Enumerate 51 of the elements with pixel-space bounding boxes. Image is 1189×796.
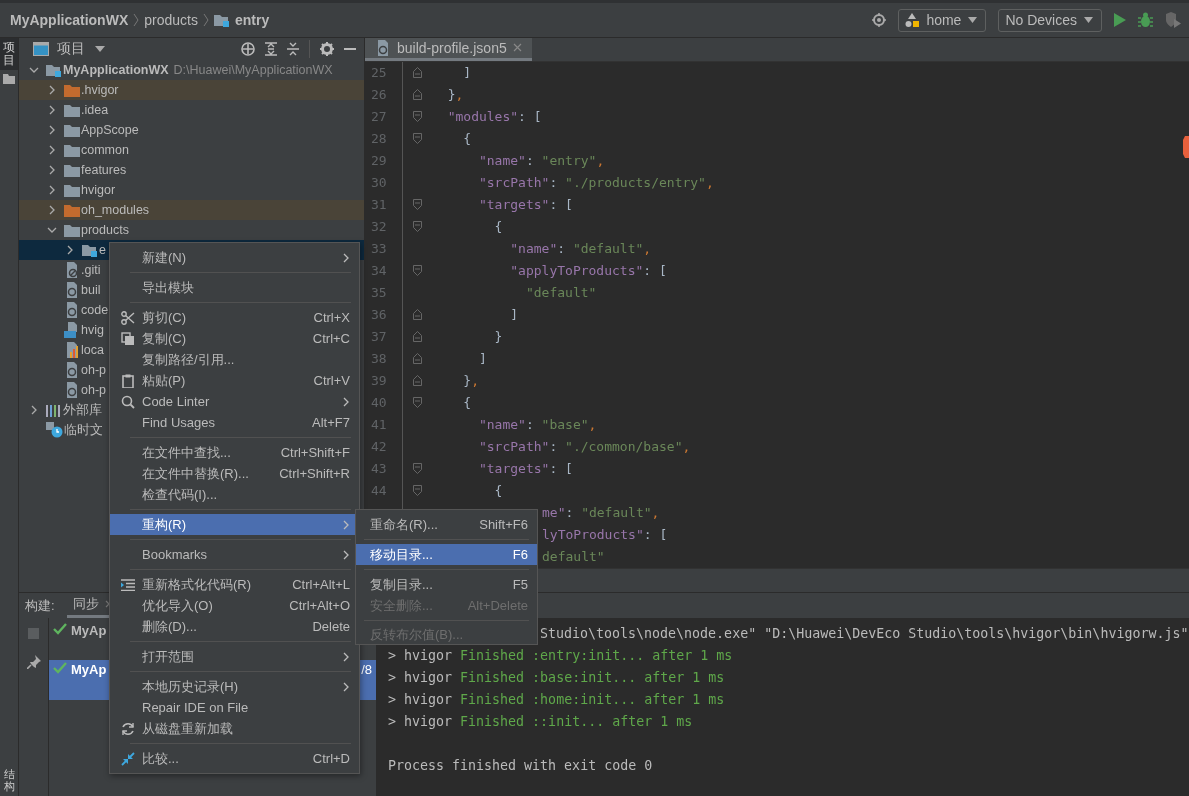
- console-line: Studio\tools\node\node.exe" "D:\Huawei\DevEco Studio\tools\hvigor\bin\hvigorw.js": [540, 625, 1189, 643]
- line-number: 32: [370, 219, 388, 234]
- code-line: "srcPath": "./common/base",: [477, 439, 691, 454]
- console-line: Process finished with exit code 0: [388, 757, 653, 775]
- code-line: "applyToProducts": [: [509, 263, 667, 278]
- line-number: 39: [370, 373, 388, 388]
- code-line: {: [493, 219, 503, 234]
- code-line: {: [462, 131, 472, 146]
- code-line: "name": "entry",: [477, 153, 605, 168]
- code-line: {: [493, 483, 503, 498]
- code-line: "default": [524, 285, 597, 300]
- code-line: "targets": [: [477, 461, 573, 476]
- tool-window-title: 构建:: [25, 596, 55, 615]
- console-line: > hvigor Finished ::init... after 1 ms: [388, 713, 693, 731]
- line-number: 40: [370, 395, 388, 410]
- code-line: "modules": [: [446, 109, 542, 124]
- code-line: default": [542, 549, 605, 564]
- line-number: 30: [370, 175, 388, 190]
- code-line: me": "default",: [542, 505, 660, 520]
- code-line: "targets": [: [477, 197, 573, 212]
- line-number: 42: [370, 439, 388, 454]
- code-line: lyToProducts": [: [542, 527, 668, 542]
- line-number: 43: [370, 461, 388, 476]
- line-number: 41: [370, 417, 388, 432]
- line-number: 29: [370, 153, 388, 168]
- line-number: 27: [370, 109, 388, 124]
- line-number: 38: [370, 351, 388, 366]
- line-number: 37: [370, 329, 388, 344]
- code-line: },: [462, 373, 479, 388]
- line-number: 25: [370, 65, 388, 80]
- code-line: ]: [462, 65, 472, 80]
- line-number: 36: [370, 307, 388, 322]
- code-line: },: [446, 87, 464, 102]
- line-number: 44: [370, 483, 388, 498]
- line-number: 33: [370, 241, 388, 256]
- code-line: "srcPath": "./products/entry",: [477, 175, 714, 190]
- console-line: > hvigor Finished :entry:init... after 1 ms: [388, 647, 733, 665]
- code-line: }: [493, 329, 503, 344]
- console-line: > hvigor Finished :base:init... after 1 ms: [388, 669, 725, 687]
- code-line: ]: [509, 307, 519, 322]
- code-line: ]: [477, 351, 487, 366]
- code-line: "name": "base",: [477, 417, 597, 432]
- project-path: D:\Huawei\MyApplicationWX: [173, 63, 333, 77]
- line-number: 28: [370, 131, 388, 146]
- code-line: {: [462, 395, 472, 410]
- console-line: > hvigor Finished :home:init... after 1 ms: [388, 691, 725, 709]
- line-number: 31: [370, 197, 388, 212]
- code-line: "name": "default",: [509, 241, 652, 256]
- line-number: 26: [370, 87, 388, 102]
- line-number: 35: [370, 285, 388, 300]
- line-number: 34: [370, 263, 388, 278]
